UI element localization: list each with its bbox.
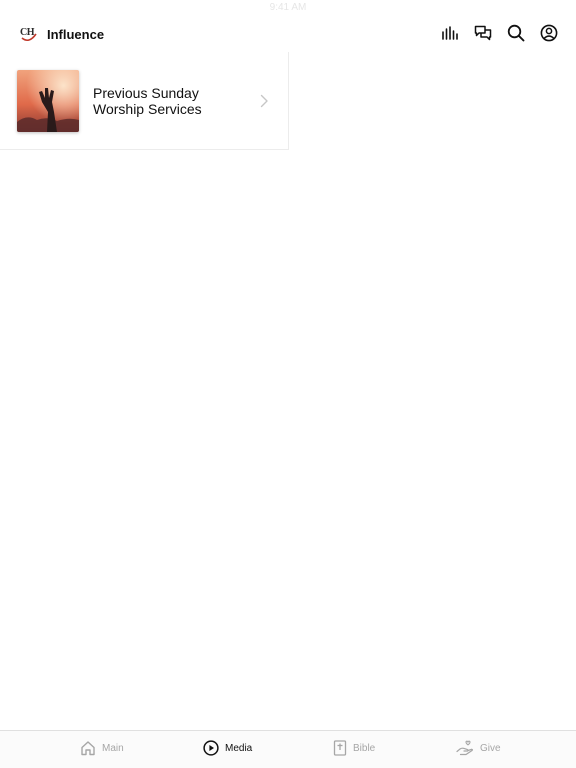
header-actions <box>441 24 558 42</box>
app-title: Influence <box>47 26 105 42</box>
live-bars-icon[interactable] <box>441 24 459 42</box>
tab-main-label: Main <box>102 742 124 754</box>
status-time: 9:41 AM <box>269 2 307 13</box>
media-list: Previous Sunday Worship Services <box>0 52 289 150</box>
tab-bible[interactable]: Bible <box>333 740 375 756</box>
home-icon <box>81 741 95 756</box>
worship-raised-hand-image <box>17 70 79 132</box>
brand[interactable]: CH Influence <box>19 24 104 44</box>
status-bar: 9:41 AM <box>0 0 576 16</box>
tab-bible-label: Bible <box>353 742 376 754</box>
chevron-right-icon <box>260 94 268 108</box>
media-item-title: Previous Sunday Worship Services <box>93 85 202 117</box>
chat-bubbles-icon[interactable] <box>474 24 492 42</box>
play-circle-icon <box>203 740 219 756</box>
media-item-previous-sunday[interactable]: Previous Sunday Worship Services <box>0 52 289 150</box>
tab-give[interactable]: Give <box>456 740 501 756</box>
search-icon[interactable] <box>507 24 525 42</box>
tab-media[interactable]: Media <box>203 740 252 756</box>
giving-hand-icon <box>456 740 474 756</box>
tab-main[interactable]: Main <box>80 740 124 756</box>
church-logo: CH <box>19 24 39 44</box>
account-icon[interactable] <box>540 24 558 42</box>
tab-media-label: Media <box>225 742 253 754</box>
bible-icon <box>333 740 347 756</box>
logo-text: CH <box>20 27 35 38</box>
tab-give-label: Give <box>480 742 501 754</box>
tab-bar: Main Media Bible Give <box>0 730 576 768</box>
app-header: CH Influence <box>0 16 576 52</box>
